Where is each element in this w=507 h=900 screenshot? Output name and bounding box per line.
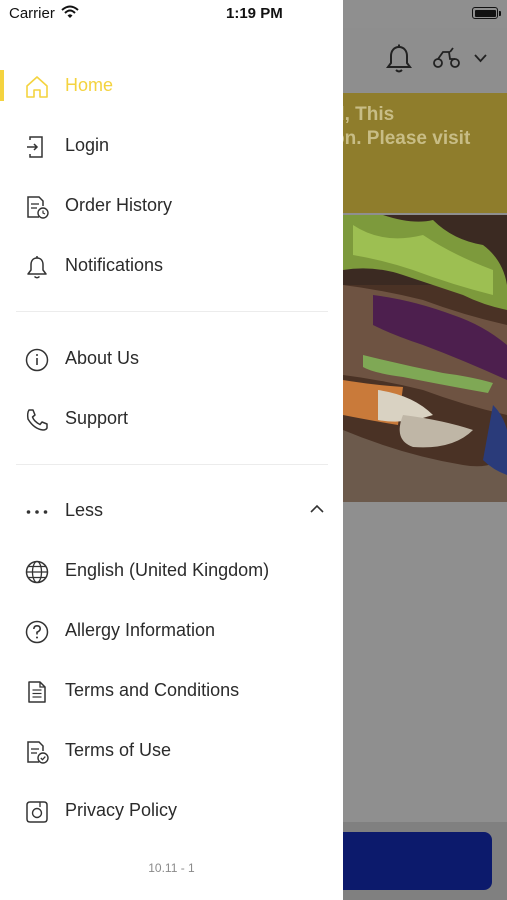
document-check-icon [27, 741, 49, 764]
menu-item-label: Less [65, 500, 104, 520]
background-chevron-down-icon [474, 54, 487, 63]
menu-item-login[interactable]: Login [0, 121, 343, 171]
menu-item-label: Privacy Policy [65, 800, 178, 820]
menu-item-label: Allergy Information [65, 620, 216, 640]
battery-icon [472, 7, 498, 19]
menu-item-privacy-policy[interactable]: Privacy Policy [0, 786, 343, 836]
privacy-icon [26, 801, 48, 823]
background-banner-text: d, This on. Please visit [343, 104, 471, 149]
menu-item-home[interactable]: Home [0, 61, 343, 111]
navigation-drawer: Home Login Order History Notifications A… [0, 0, 343, 900]
carrier-label: Carrier [9, 5, 55, 22]
home-icon [26, 76, 48, 98]
menu-item-support[interactable]: Support [0, 394, 343, 444]
background-primary-button [330, 832, 492, 890]
order-history-icon [27, 196, 49, 219]
background-banner: d, This on. Please visit [343, 93, 507, 213]
bell-icon [27, 256, 47, 279]
info-icon [25, 348, 49, 372]
menu-item-label: Login [65, 135, 110, 155]
menu-item-terms-and-conditions[interactable]: Terms and Conditions [0, 666, 343, 716]
menu-item-terms-of-use[interactable]: Terms of Use [0, 726, 343, 776]
menu-item-allergy-information[interactable]: Allergy Information [0, 606, 343, 656]
menu-item-label: Terms and Conditions [65, 680, 240, 700]
menu-item-about-us[interactable]: About Us [0, 334, 343, 384]
divider [16, 311, 328, 312]
menu-item-notifications[interactable]: Notifications [0, 241, 343, 291]
app-version: 10.11 - 1 [148, 861, 195, 875]
menu-item-label: About Us [65, 348, 140, 368]
background-food-image [343, 215, 507, 502]
wifi-icon [61, 5, 79, 18]
battery-tip [499, 11, 501, 16]
document-icon [28, 681, 46, 703]
menu-item-label: English (United Kingdom) [65, 560, 270, 580]
phone-icon [26, 409, 48, 431]
background-scooter-icon [433, 47, 460, 68]
divider [16, 464, 328, 465]
menu-item-label: Notifications [65, 255, 164, 275]
login-icon [27, 136, 43, 158]
menu-item-label: Order History [65, 195, 173, 215]
menu-item-label: Support [65, 408, 129, 428]
globe-icon [25, 560, 49, 584]
background-bell-icon [386, 44, 412, 73]
menu-item-language[interactable]: English (United Kingdom) [0, 546, 343, 596]
status-time: 1:19 PM [226, 5, 283, 22]
menu-item-less[interactable]: Less [0, 486, 343, 536]
status-bar: Carrier 1:19 PM [0, 0, 507, 28]
menu-item-order-history[interactable]: Order History [0, 181, 343, 231]
chevron-up-icon [310, 504, 324, 513]
menu-item-label: Home [65, 75, 114, 95]
menu-item-label: Terms of Use [65, 740, 172, 760]
more-dots-icon [26, 510, 48, 514]
question-icon [25, 620, 49, 644]
